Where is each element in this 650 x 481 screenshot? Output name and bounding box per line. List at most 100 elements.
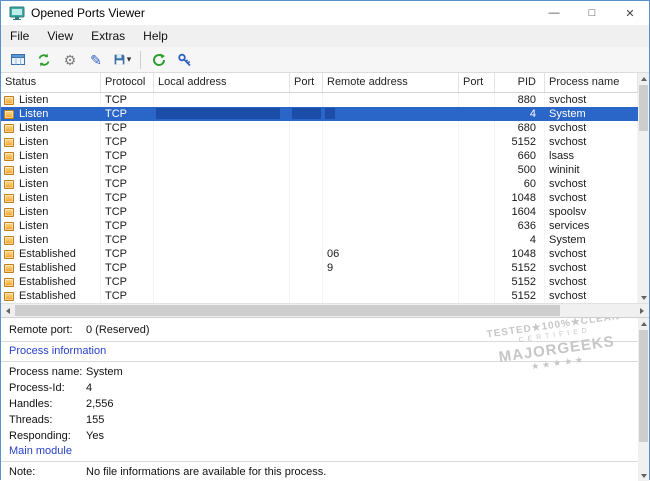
status-cell: Listen [1,163,101,177]
settings-button[interactable]: ⚙ [58,49,82,71]
maximize-button[interactable]: □ [573,1,611,25]
remote-port-cell [459,107,495,121]
menu-extras[interactable]: Extras [82,25,134,47]
remote-port-cell [459,275,495,289]
column-header-remote-address[interactable]: Remote address [323,73,459,92]
status-cell: Listen [1,93,101,107]
pid-cell: 636 [495,219,545,233]
toolbar-separator [140,51,141,69]
port-icon [4,264,14,273]
column-header-local-port[interactable]: Port [290,73,323,92]
remote-port-cell [459,247,495,261]
scroll-down-button[interactable] [638,470,649,481]
pid-cell: 5152 [495,289,545,303]
vertical-scrollbar-thumb[interactable] [639,330,648,442]
table-row[interactable]: Listen TCP 1604 spoolsv [1,205,638,219]
table-row[interactable]: Listen TCP 880 svchost [1,93,638,107]
details-vertical-scrollbar[interactable] [638,318,649,481]
process-name-cell: services [545,219,638,233]
local-address-cell [154,233,290,247]
remote-port-label: Remote port: [9,322,86,338]
process-information-header: Process information [1,344,638,359]
process-name-cell: lsass [545,149,638,163]
pid-cell: 60 [495,177,545,191]
protocol-cell: TCP [101,163,154,177]
column-header-status[interactable]: Status [1,73,101,92]
table-horizontal-scrollbar[interactable] [1,303,649,317]
divider [1,361,638,362]
protocol-cell: TCP [101,191,154,205]
app-icon [9,5,25,21]
close-icon: ✕ [625,7,634,20]
scroll-up-button[interactable] [638,318,649,329]
save-export-button[interactable]: ▾ [110,49,134,71]
column-header-protocol[interactable]: Protocol [101,73,154,92]
column-header-remote-port[interactable]: Port [459,73,495,92]
table-row[interactable]: Listen TCP 660 lsass [1,149,638,163]
filter-key-button[interactable] [173,49,197,71]
menu-help[interactable]: Help [134,25,177,47]
menu-view[interactable]: View [38,25,82,47]
main-module-header: Main module [1,444,638,459]
threads-value: 155 [86,414,104,426]
edit-button[interactable]: ✎ [84,49,108,71]
column-header-process-name[interactable]: Process name [545,73,638,92]
local-address-cell [154,191,290,205]
scroll-down-button[interactable] [638,292,649,303]
remote-port-cell [459,149,495,163]
port-icon [4,208,14,217]
table-row[interactable]: Listen TCP 4 System [1,233,638,247]
protocol-cell: TCP [101,289,154,303]
process-name-cell: svchost [545,289,638,303]
table-vertical-scrollbar[interactable] [638,73,649,303]
column-header-local-address[interactable]: Local address [154,73,290,92]
remote-address-cell [323,177,459,191]
status-cell: Listen [1,205,101,219]
table-row[interactable]: Listen TCP 4 System [1,107,638,121]
protocol-cell: TCP [101,247,154,261]
column-header-pid[interactable]: PID [495,73,545,92]
network-list-button[interactable] [6,49,30,71]
refresh-connections-icon [36,52,52,68]
local-port-cell [290,149,323,163]
table-row[interactable]: Listen TCP 500 wininit [1,163,638,177]
right-triangle-icon [640,308,644,314]
scroll-right-button[interactable] [635,304,649,317]
handles-label: Handles: [9,396,86,412]
table-row[interactable]: Listen TCP 1048 svchost [1,191,638,205]
table-row[interactable]: Listen TCP 5152 svchost [1,135,638,149]
process-name-row: Process name:System [1,364,638,380]
table-row[interactable]: Listen TCP 680 svchost [1,121,638,135]
up-triangle-icon [641,322,647,326]
menu-file[interactable]: File [1,25,38,47]
process-id-row: Process-Id:4 [1,380,638,396]
table-row[interactable]: Established TCP 9 5152 svchost [1,261,638,275]
table-row[interactable]: Listen TCP 636 services [1,219,638,233]
table-row[interactable]: Established TCP 06 1048 svchost [1,247,638,261]
network-list-icon [10,52,26,68]
port-icon [4,250,14,259]
port-icon [4,96,14,105]
remote-address-cell [323,163,459,177]
port-icon [4,124,14,133]
table-row[interactable]: Established TCP 5152 svchost [1,275,638,289]
vertical-scrollbar-thumb[interactable] [639,85,648,131]
close-button[interactable]: ✕ [611,1,649,25]
remote-address-cell [323,149,459,163]
responding-row: Responding:Yes [1,428,638,444]
local-port-cell [290,107,323,121]
remote-port-cell [459,191,495,205]
remote-address-cell [323,275,459,289]
scroll-left-button[interactable] [1,304,15,317]
pid-cell: 1604 [495,205,545,219]
refresh-connections-button[interactable] [32,49,56,71]
horizontal-scrollbar-thumb[interactable] [15,305,560,316]
table-row[interactable]: Listen TCP 60 svchost [1,177,638,191]
reload-button[interactable] [147,49,171,71]
minimize-button[interactable]: — [535,1,573,25]
scroll-up-button[interactable] [638,73,649,84]
table-row[interactable]: Established TCP 5152 svchost [1,289,638,303]
local-address-cell [154,289,290,303]
local-port-cell [290,289,323,303]
responding-value: Yes [86,430,104,442]
